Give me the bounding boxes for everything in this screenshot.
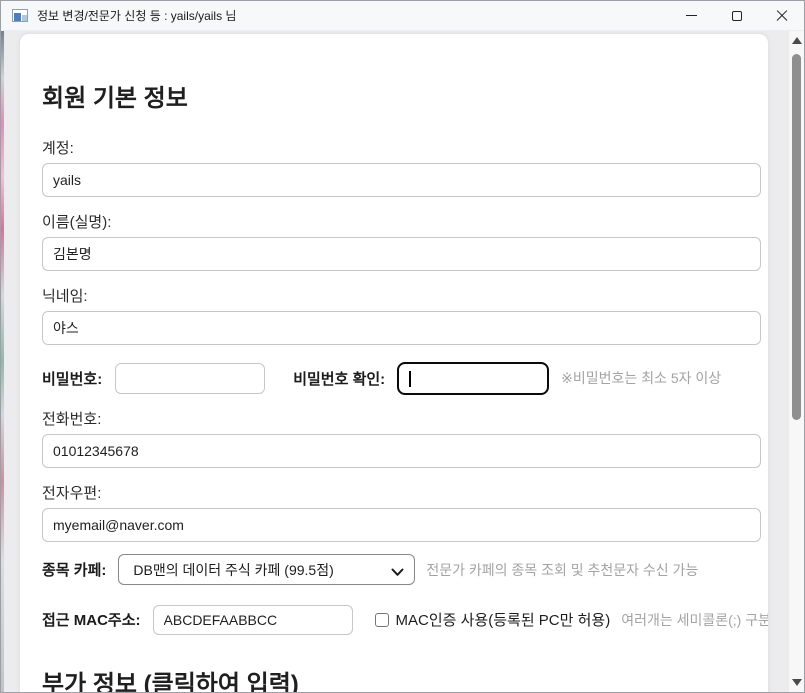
- mac-address-input[interactable]: [153, 605, 353, 635]
- window-title: 정보 변경/전문가 신청 등 : yails/yails 님: [37, 7, 236, 24]
- text-caret: [409, 371, 411, 387]
- mac-auth-checkbox-label[interactable]: MAC인증 사용(등록된 PC만 허용): [396, 609, 611, 630]
- stock-cafe-label: 종목 카페:: [42, 559, 106, 580]
- account-label: 계정:: [42, 137, 761, 158]
- password-confirm-input-focused[interactable]: [397, 362, 549, 395]
- stock-cafe-row: 종목 카페: DB맨의 데이터 주식 카페 (99.5점) 전문가 카페의 종목…: [42, 554, 761, 585]
- mac-auth-checkbox[interactable]: [375, 613, 389, 627]
- window-controls: [669, 1, 804, 30]
- stock-cafe-select[interactable]: DB맨의 데이터 주식 카페 (99.5점): [118, 554, 415, 585]
- scroll-up-button[interactable]: [789, 33, 805, 48]
- dialog-content: 회원 기본 정보 계정: 이름(실명): 닉네임: 비밀번호: 비밀번호 확인:…: [1, 31, 804, 692]
- password-input[interactable]: [115, 363, 265, 394]
- maximize-button[interactable]: [714, 1, 759, 30]
- vertical-scrollbar[interactable]: [788, 31, 804, 692]
- scroll-down-icon: [792, 679, 802, 686]
- mac-auth-checkbox-group: MAC인증 사용(등록된 PC만 허용): [375, 609, 611, 630]
- email-label: 전자우편:: [42, 482, 761, 503]
- dialog-window: 정보 변경/전문가 신청 등 : yails/yails 님 회원 기본 정보 …: [0, 0, 805, 693]
- email-input[interactable]: [42, 508, 761, 542]
- titlebar: 정보 변경/전문가 신청 등 : yails/yails 님: [1, 1, 804, 31]
- close-icon: [776, 10, 788, 22]
- password-hint: ※비밀번호는 최소 5자 이상: [561, 368, 721, 388]
- background-window-edge: [1, 31, 4, 692]
- stock-cafe-hint: 전문가 카페의 종목 조회 및 추천문자 수신 가능: [426, 560, 698, 580]
- mac-hint: 여러개는 세미콜론(;) 구분: [621, 610, 769, 630]
- mac-address-label: 접근 MAC주소:: [42, 609, 141, 630]
- password-confirm-input[interactable]: [399, 364, 547, 393]
- phone-input[interactable]: [42, 434, 761, 468]
- phone-label: 전화번호:: [42, 408, 761, 429]
- minimize-icon: [686, 15, 697, 16]
- section-title-extra-info[interactable]: 부가 정보 (클릭하여 입력): [42, 664, 761, 693]
- scroll-down-button[interactable]: [789, 675, 805, 690]
- scrollbar-thumb[interactable]: [792, 54, 801, 420]
- close-button[interactable]: [759, 1, 804, 30]
- stock-cafe-selected-option: DB맨의 데이터 주식 카페 (99.5점): [133, 560, 333, 580]
- minimize-button[interactable]: [669, 1, 714, 30]
- scroll-up-icon: [792, 37, 802, 44]
- maximize-icon: [732, 11, 742, 21]
- password-confirm-label: 비밀번호 확인:: [293, 368, 385, 389]
- app-window-icon: [12, 9, 28, 22]
- chevron-down-icon: [391, 564, 404, 580]
- password-label: 비밀번호:: [42, 368, 102, 389]
- form-card: 회원 기본 정보 계정: 이름(실명): 닉네임: 비밀번호: 비밀번호 확인:…: [19, 33, 769, 693]
- account-input[interactable]: [42, 163, 761, 197]
- real-name-input[interactable]: [42, 237, 761, 271]
- mac-row: 접근 MAC주소: MAC인증 사용(등록된 PC만 허용) 여러개는 세미콜론…: [42, 604, 761, 635]
- password-row: 비밀번호: 비밀번호 확인: ※비밀번호는 최소 5자 이상: [42, 361, 761, 395]
- nickname-input[interactable]: [42, 311, 761, 345]
- real-name-label: 이름(실명):: [42, 211, 761, 232]
- section-title-basic-info: 회원 기본 정보: [42, 78, 761, 113]
- nickname-label: 닉네임:: [42, 285, 761, 306]
